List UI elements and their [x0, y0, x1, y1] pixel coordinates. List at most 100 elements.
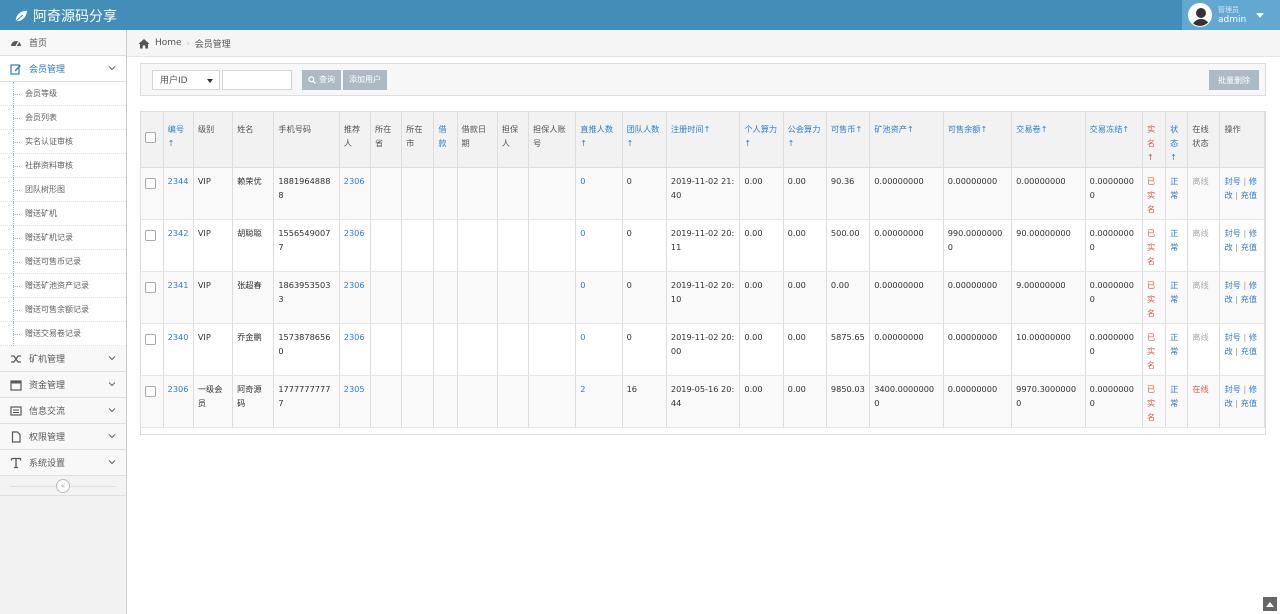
sidebar-subitem[interactable]: 赠送可售余额记录: [0, 298, 126, 322]
recharge-link[interactable]: 充值: [1241, 190, 1257, 200]
column-header[interactable]: 个人算力↑: [739, 112, 784, 168]
sidebar-item-miner[interactable]: 矿机管理: [0, 346, 126, 372]
row-checkbox[interactable]: [145, 178, 156, 189]
cell-level: VIP: [193, 219, 234, 272]
cell-id[interactable]: 2340: [163, 323, 194, 376]
brand[interactable]: 阿奇源码分享: [14, 6, 117, 26]
action-separator: |: [1240, 384, 1249, 394]
cell-direct[interactable]: 0: [575, 271, 623, 324]
ban-link[interactable]: 封号: [1224, 228, 1240, 238]
column-header[interactable]: 可售币↑: [826, 112, 871, 168]
ban-link[interactable]: 封号: [1224, 384, 1240, 394]
row-checkbox[interactable]: [145, 282, 156, 293]
table-row: 2340 VIP 乔金鹏 15738786560 2306 0 0 2019-11-02 20…: [141, 323, 1265, 376]
column-header[interactable]: 公会算力↑: [783, 112, 827, 168]
cell-direct[interactable]: 2: [575, 375, 623, 428]
sidebar-subitem[interactable]: 赠送矿池资产记录: [0, 274, 126, 298]
cell-referrer[interactable]: 2306: [339, 167, 371, 220]
cell-personal: 0.00: [739, 219, 784, 272]
sidebar-subitem[interactable]: 赠送可售币记录: [0, 250, 126, 274]
ban-link[interactable]: 封号: [1224, 176, 1240, 186]
cell-province: [370, 375, 403, 428]
column-header[interactable]: 状态↑: [1165, 112, 1189, 168]
column-header[interactable]: 可售余额↑: [943, 112, 1013, 168]
sidebar-subitem[interactable]: 实名认证审核: [0, 130, 126, 154]
column-header[interactable]: 编号↑: [163, 112, 194, 168]
sidebar-subitem[interactable]: 赠送矿机记录: [0, 226, 126, 250]
cell-team: 0: [622, 271, 667, 324]
sidebar-item-messages[interactable]: 信息交流: [0, 398, 126, 424]
scroll-top-button[interactable]: [1263, 597, 1277, 611]
column-header: 担保人: [497, 112, 529, 168]
chevron-down-icon: [108, 356, 116, 361]
column-header[interactable]: 直推人数↑: [575, 112, 623, 168]
sidebar-subitem[interactable]: 会员列表: [0, 106, 126, 130]
cell-id[interactable]: 2341: [163, 271, 194, 324]
row-select-cell: [141, 323, 164, 376]
cell-id[interactable]: 2342: [163, 219, 194, 272]
chevron-down-icon: [108, 382, 116, 387]
cell-reg-time: 2019-11-02 20:00: [666, 323, 741, 376]
cell-personal: 0.00: [739, 375, 784, 428]
batch-delete-button[interactable]: 批量删除: [1209, 70, 1259, 90]
search-field-select[interactable]: 用户ID: [152, 69, 220, 90]
row-select-cell: [141, 375, 164, 428]
breadcrumb-home[interactable]: Home: [155, 38, 182, 48]
column-header[interactable]: 交易冻结↑: [1085, 112, 1144, 168]
cell-pool: 0.00000000: [869, 323, 944, 376]
cell-id[interactable]: 2306: [163, 375, 194, 428]
recharge-link[interactable]: 充值: [1241, 346, 1257, 356]
search-input[interactable]: [222, 69, 292, 90]
cell-loan-date: [457, 323, 498, 376]
cell-balance: 0.00000000: [943, 167, 1013, 220]
sidebar-item-member[interactable]: 会员管理: [0, 56, 126, 82]
cell-status: 正常: [1165, 271, 1189, 324]
row-checkbox[interactable]: [145, 386, 156, 397]
sidebar-collapse-button[interactable]: «: [56, 478, 70, 493]
select-all-checkbox[interactable]: [145, 132, 156, 143]
cell-direct[interactable]: 0: [575, 323, 623, 376]
sidebar-subitem[interactable]: 团队树形图: [0, 178, 126, 202]
cell-referrer[interactable]: 2306: [339, 271, 371, 324]
cell-direct[interactable]: 0: [575, 167, 623, 220]
column-header[interactable]: 注册时间↑: [666, 112, 741, 168]
cell-guild: 0.00: [783, 219, 827, 272]
query-button[interactable]: 查询: [302, 69, 341, 90]
sidebar-subitem[interactable]: 会员等级: [0, 82, 126, 106]
cell-referrer[interactable]: 2306: [339, 323, 371, 376]
row-checkbox[interactable]: [145, 230, 156, 241]
cell-guild: 0.00: [783, 375, 827, 428]
action-separator: |: [1232, 242, 1241, 252]
column-header[interactable]: 团队人数↑: [622, 112, 667, 168]
column-header[interactable]: 矿池资产↑: [869, 112, 944, 168]
cell-guild: 0.00: [783, 271, 827, 324]
add-user-button[interactable]: 添加用户: [343, 69, 387, 90]
cell-referrer[interactable]: 2306: [339, 219, 371, 272]
cell-coin: 500.00: [826, 219, 871, 272]
sidebar-subitem[interactable]: 社群资料审核: [0, 154, 126, 178]
cell-id[interactable]: 2344: [163, 167, 194, 220]
sidebar-item-funds[interactable]: 资金管理: [0, 372, 126, 398]
cell-city: [401, 323, 435, 376]
file-icon: [9, 430, 22, 443]
sidebar-subitem[interactable]: 赠送矿机: [0, 202, 126, 226]
recharge-link[interactable]: 充值: [1241, 242, 1257, 252]
sidebar-item-permissions[interactable]: 权限管理: [0, 424, 126, 450]
cell-name: 赖荣优: [232, 167, 275, 220]
cell-referrer[interactable]: 2305: [339, 375, 371, 428]
ban-link[interactable]: 封号: [1224, 280, 1240, 290]
cell-level: VIP: [193, 167, 234, 220]
ban-link[interactable]: 封号: [1224, 332, 1240, 342]
column-header[interactable]: 交易卷↑: [1011, 112, 1086, 168]
sidebar-subitem[interactable]: 赠送交易卷记录: [0, 322, 126, 346]
sidebar-item-home[interactable]: 首页: [0, 30, 126, 56]
cell-direct[interactable]: 0: [575, 219, 623, 272]
sidebar-item-settings[interactable]: 系统设置: [0, 450, 126, 476]
column-header[interactable]: 实名↑: [1142, 112, 1167, 168]
sidebar-item-label: 矿机管理: [29, 355, 66, 365]
row-checkbox[interactable]: [145, 334, 156, 345]
cell-team: 0: [622, 219, 667, 272]
recharge-link[interactable]: 充值: [1241, 398, 1257, 408]
user-menu[interactable]: 管理员 admin: [1182, 0, 1280, 30]
recharge-link[interactable]: 充值: [1241, 294, 1257, 304]
